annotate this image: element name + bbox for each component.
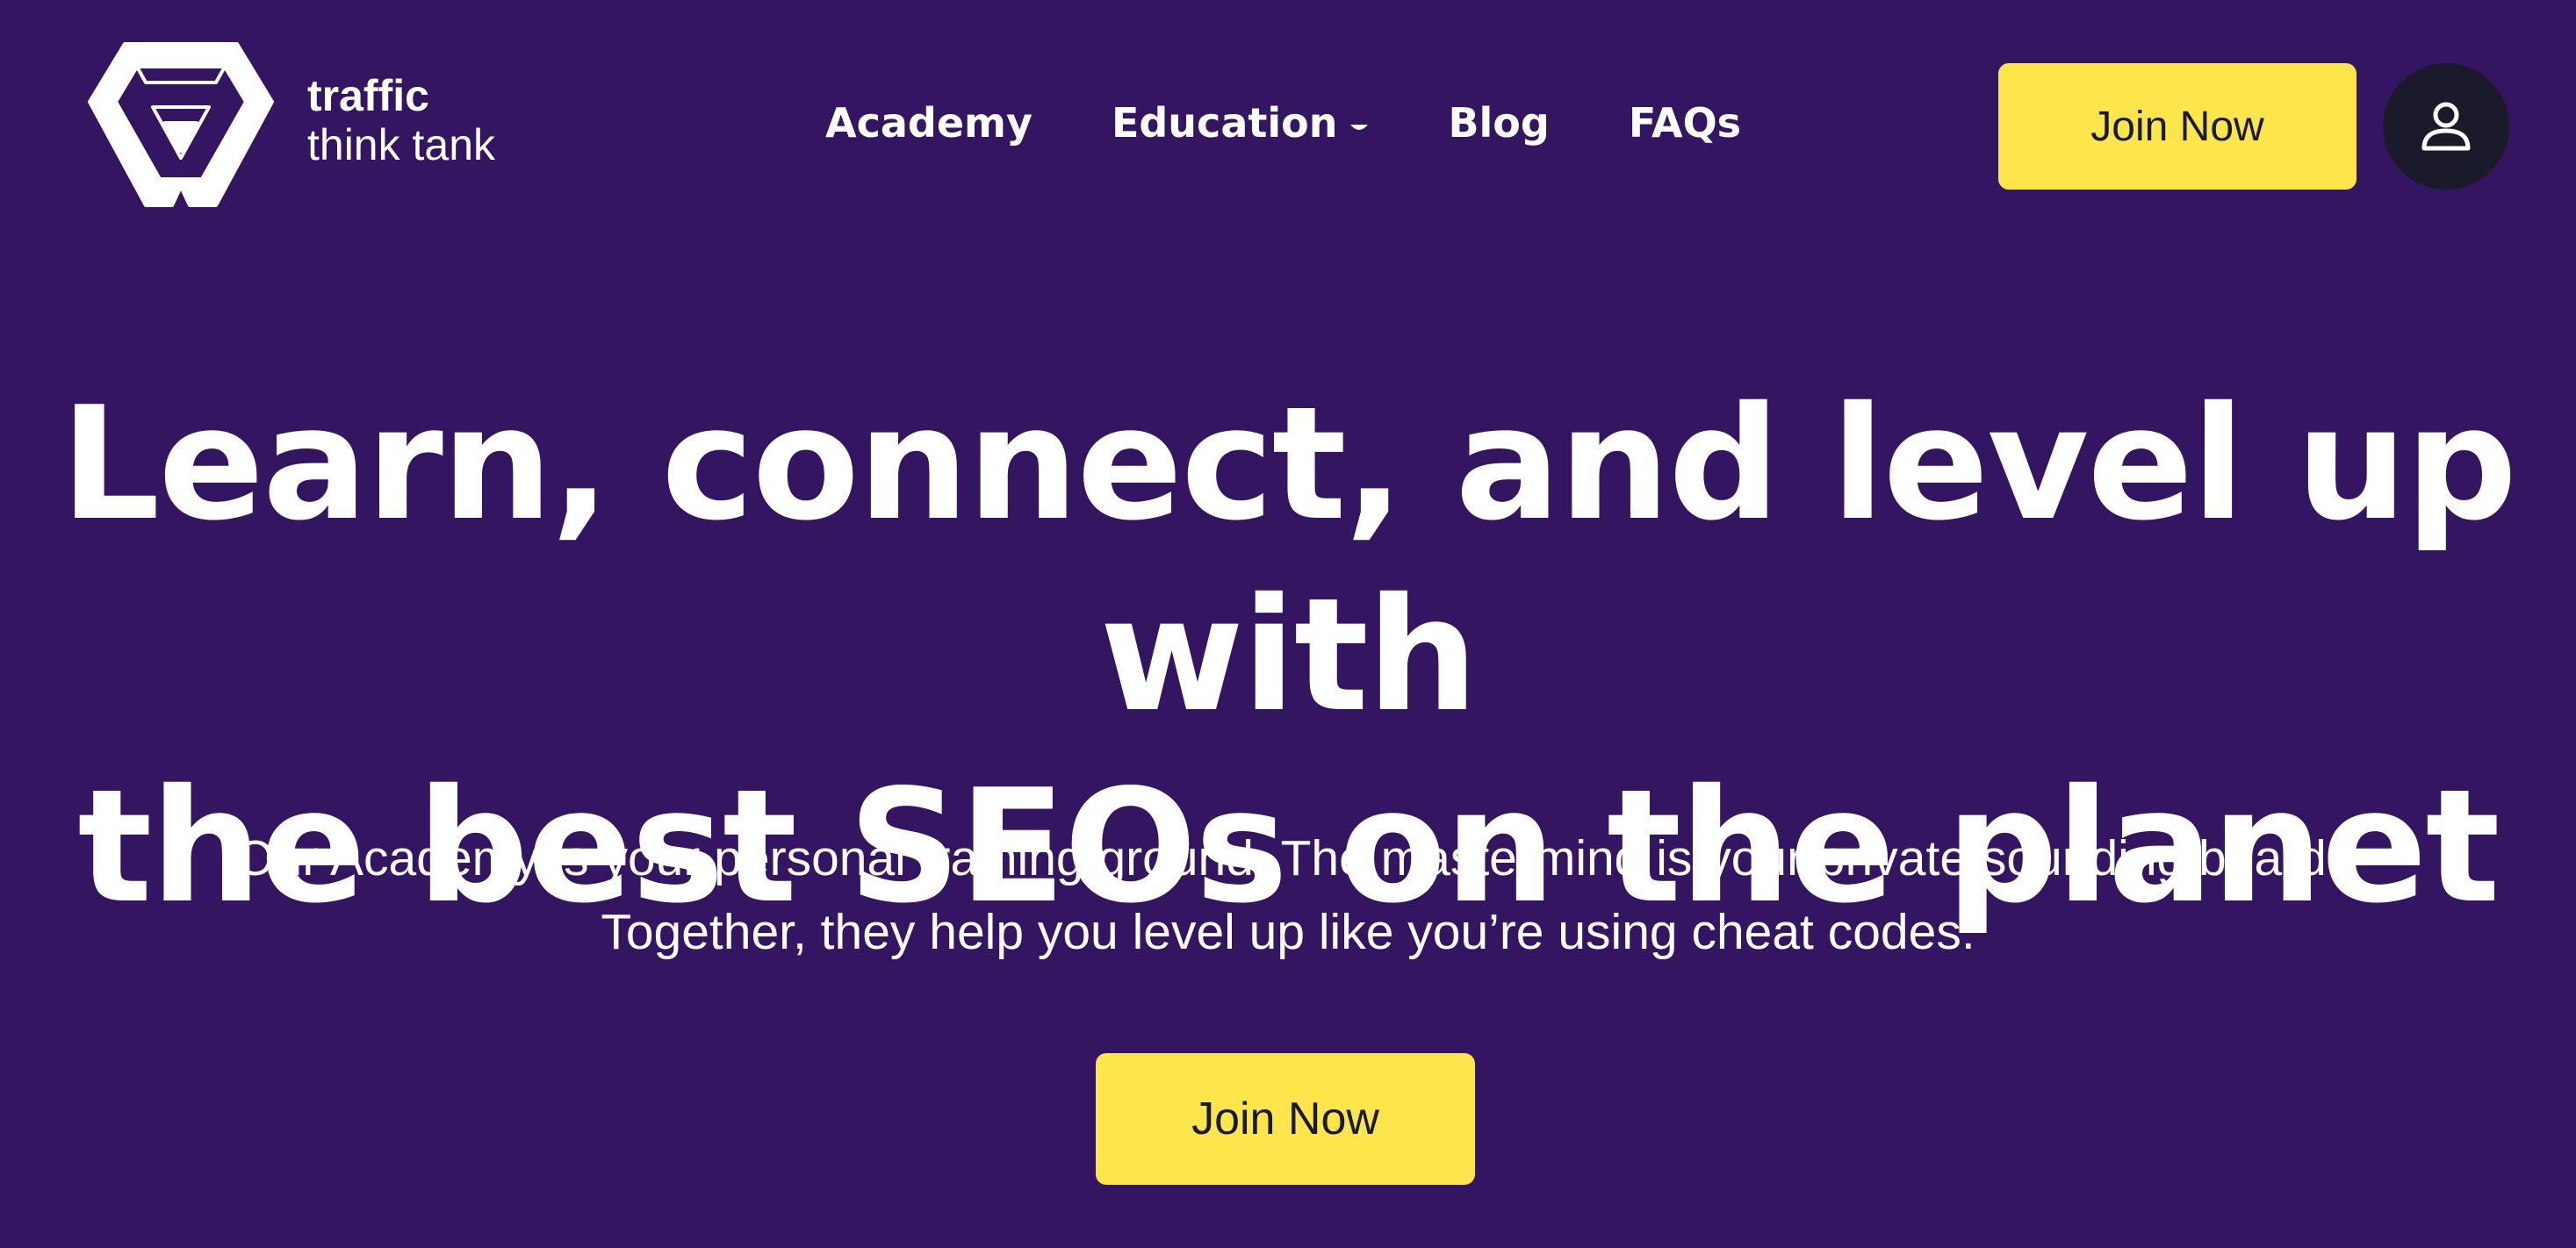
nav-label-blog: Blog <box>1448 99 1550 147</box>
nav-item-academy[interactable]: Academy <box>825 99 1033 147</box>
hero-join-now-button[interactable]: Join Now <box>1096 1053 1475 1185</box>
user-icon <box>2421 102 2471 151</box>
site-header: traffic think tank Academy Education Blo… <box>0 0 2576 255</box>
hero-title-line1: Learn, connect, and level up with <box>60 373 2517 746</box>
header-join-now-button[interactable]: Join Now <box>1998 63 2357 190</box>
logo-text-traffic: traffic <box>307 71 429 120</box>
hero-subtitle-line2: Together, they help you level up like yo… <box>601 904 1975 960</box>
logo-wordmark: traffic think tank <box>307 74 495 167</box>
main-nav: Academy Education Blog FAQs <box>825 88 1741 158</box>
nav-label-academy: Academy <box>825 99 1033 147</box>
nav-item-faqs[interactable]: FAQs <box>1629 99 1741 147</box>
nav-item-blog[interactable]: Blog <box>1448 99 1549 147</box>
logo-text-think-tank: think tank <box>307 120 496 169</box>
nav-item-education[interactable]: Education <box>1112 99 1370 147</box>
hero-subtitle: Our Academy is your personal training gr… <box>0 821 2576 969</box>
nav-label-faqs: FAQs <box>1628 99 1742 147</box>
hero-subtitle-line1: Our Academy is your personal training gr… <box>235 830 2341 886</box>
logo-link[interactable]: traffic think tank <box>84 39 523 214</box>
logo-mark-icon <box>88 42 274 207</box>
account-button[interactable] <box>2383 63 2509 190</box>
caret-down-icon <box>1350 125 1369 130</box>
nav-label-education: Education <box>1111 99 1338 147</box>
